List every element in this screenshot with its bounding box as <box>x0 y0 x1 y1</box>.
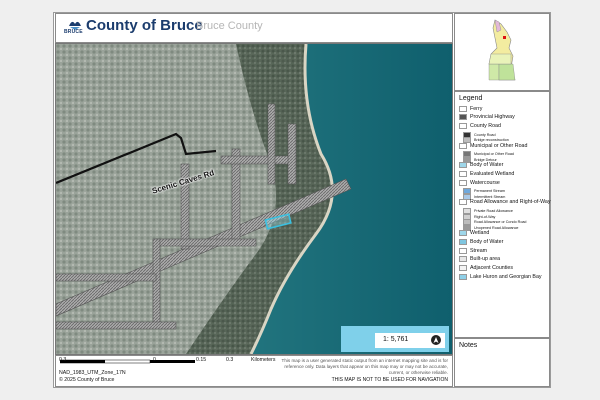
legend-label: Lake Huron and Georgian Bay <box>470 273 542 280</box>
legend-item: Evaluated Wetland <box>459 171 514 178</box>
legend-label: Ferry <box>470 105 483 112</box>
notes-panel: Notes <box>454 338 550 387</box>
map-footer: 0.3 0 0.15 0.3 Kilometers NAD_1983_UTM_Z… <box>55 355 453 387</box>
legend-label: County Road <box>470 122 501 129</box>
legend-swatch <box>459 105 467 112</box>
disclaimer-line-2: reference only. Data layers that appear … <box>284 364 448 369</box>
legend-item: Body of Water <box>459 238 503 245</box>
legend-label: Road Allowance and Right-of-Way <box>470 199 551 206</box>
legend-item: County Road <box>459 122 501 129</box>
legend-swatch <box>459 199 467 206</box>
legend-label: Stream <box>470 247 488 254</box>
map-header: BRUCE County of Bruce Bruce County <box>55 13 453 43</box>
overview-inset-map[interactable] <box>454 13 550 91</box>
aerial-map[interactable]: Scenic Caves Rd <box>55 43 453 355</box>
legend-label: Watercourse <box>470 179 500 186</box>
disclaimer-line-3: current, or otherwise reliable. <box>388 370 448 375</box>
copyright-text: © 2025 County of Bruce <box>59 377 115 383</box>
legend-swatch <box>459 179 467 186</box>
scale-unit: Kilometers <box>251 357 276 363</box>
legend-label: Adjacent Counties <box>470 264 513 271</box>
scale-ratio: 1: 5,761 <box>383 336 409 343</box>
legend-item: Body of Water <box>459 162 503 169</box>
legend-swatch <box>459 256 467 263</box>
legend-label: Built-up area <box>470 256 501 263</box>
scale-ratio-box: 1: 5,761 <box>341 326 449 352</box>
legend-label: Body of Water <box>470 238 504 245</box>
scale-bar <box>60 359 195 364</box>
legend-swatch <box>459 273 467 280</box>
map-legend: Legend Ferry Provincial Highway County Roa… <box>454 91 550 338</box>
legend-item: Built-up area <box>459 256 500 263</box>
legend-swatch <box>459 142 467 149</box>
legend-label: Body of Water <box>470 162 504 169</box>
legend-item: Wetland <box>459 230 489 237</box>
legend-swatch <box>459 162 467 169</box>
scale-tick: 0.15 <box>196 357 207 363</box>
legend-label: Provincial Highway <box>470 114 515 121</box>
legend-swatch <box>459 171 467 177</box>
legend-item: Municipal or Other Road <box>459 142 527 149</box>
legend-item: Adjacent Counties <box>459 264 513 271</box>
notes-title: Notes <box>459 342 478 349</box>
county-outline <box>488 19 516 81</box>
legend-item: Ferry <box>459 105 482 112</box>
legend-item: Lake Huron and Georgian Bay <box>459 273 542 280</box>
disclaimer-line-1: This map is a user generated static outp… <box>281 358 448 363</box>
legend-swatch <box>459 122 467 129</box>
legend-swatch <box>459 247 467 254</box>
legend-swatch <box>459 238 467 245</box>
legend-swatch <box>459 114 467 121</box>
legend-item: Road Allowance and Right-of-Way <box>459 199 550 206</box>
legend-item: Provincial Highway <box>459 114 515 121</box>
legend-title: Legend <box>459 95 483 102</box>
legend-label: Municipal or Other Road <box>470 142 528 149</box>
legend-label: Evaluated Wetland <box>470 171 515 177</box>
legend-swatch <box>459 264 467 271</box>
map-title: County of Bruce <box>86 17 203 34</box>
legend-label: Wetland <box>470 230 490 237</box>
aerial-imagery <box>56 44 452 354</box>
map-subtitle: Bruce County <box>196 20 263 32</box>
scale-tick: 0.3 <box>59 357 67 363</box>
legend-item: Stream <box>459 247 487 254</box>
logo-text: BRUCE <box>64 29 83 35</box>
projection-text: NAD_1983_UTM_Zone_17N <box>59 370 126 376</box>
county-logo-icon <box>69 21 81 30</box>
legend-item: Watercourse <box>459 179 500 186</box>
scale-tick: 0 <box>153 357 156 363</box>
north-arrow-icon <box>431 335 441 345</box>
navigation-warning: THIS MAP IS NOT TO BE USED FOR NAVIGATIO… <box>331 377 448 383</box>
legend-swatch <box>459 230 467 237</box>
scale-tick: 0.3 <box>226 357 234 363</box>
